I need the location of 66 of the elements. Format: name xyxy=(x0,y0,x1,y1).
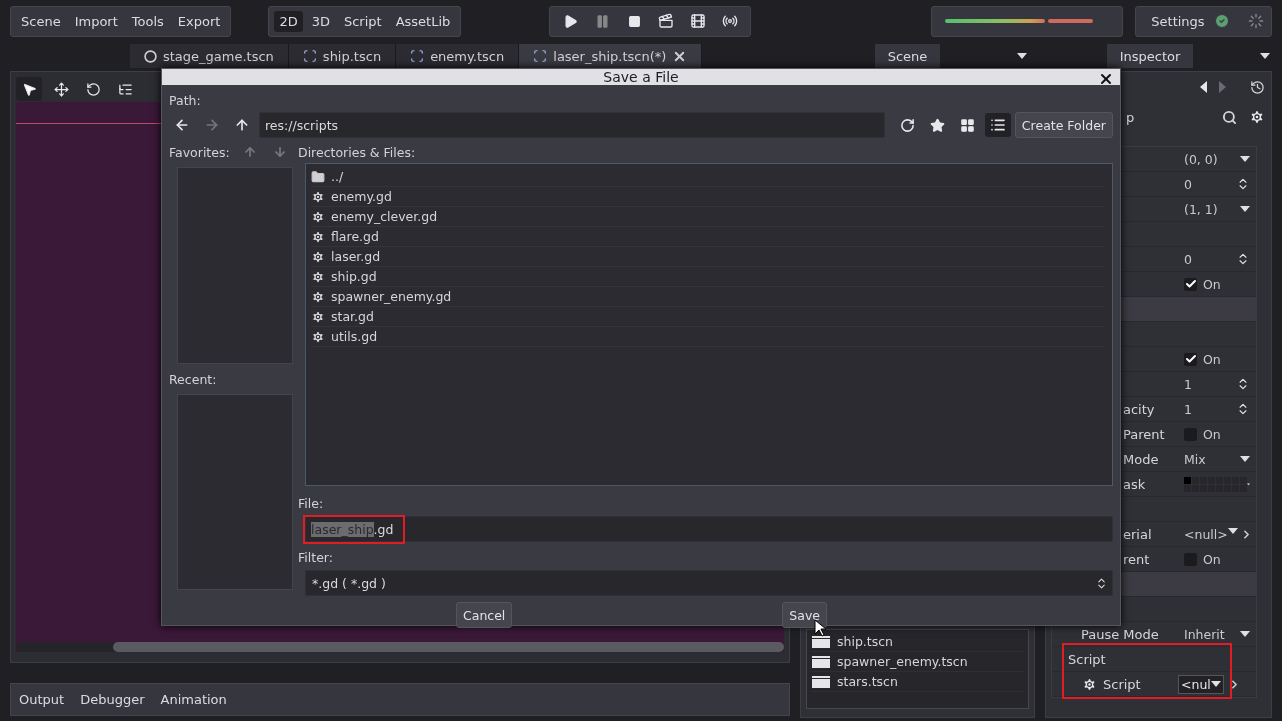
file-name[interactable]: ship.tscn xyxy=(837,634,894,649)
script-picker[interactable]: <nul xyxy=(1178,674,1224,694)
workspace-tab[interactable]: AssetLib xyxy=(390,10,456,32)
file-item[interactable]: enemy.gd xyxy=(331,189,392,204)
create-folder-button[interactable]: Create Folder xyxy=(1014,112,1113,138)
recent-label: Recent: xyxy=(169,370,218,388)
file-item[interactable]: star.gd xyxy=(331,309,374,324)
files-label: Directories & Files: xyxy=(298,143,417,161)
property-label: Parent xyxy=(1123,426,1166,442)
property-label: Pause Mode xyxy=(1081,626,1160,642)
menu-item[interactable]: Scene xyxy=(16,10,66,32)
file-tab[interactable]: ship.tscn xyxy=(288,44,397,68)
file-item[interactable]: utils.gd xyxy=(331,329,378,344)
save-button[interactable]: Save xyxy=(782,602,827,628)
menu-item[interactable]: Import xyxy=(69,10,123,32)
property-dropdown[interactable]: (0, 0) xyxy=(1178,151,1256,167)
scene-dock-tab[interactable]: Scene xyxy=(875,44,940,68)
property-spinbox[interactable]: 1 xyxy=(1178,401,1256,417)
workspace-tab[interactable]: 3D xyxy=(306,10,335,32)
property-label: rent xyxy=(1123,551,1151,567)
file-name[interactable]: stars.tscn xyxy=(837,674,898,689)
dialog-title: Save a File xyxy=(603,69,679,85)
workspace-tab[interactable]: 2D xyxy=(274,10,303,32)
filter-text[interactable]: p xyxy=(1126,109,1210,125)
path-label: Path: xyxy=(169,91,202,109)
property-spinbox[interactable]: 0 xyxy=(1178,176,1256,192)
property-dropdown[interactable]: Mix xyxy=(1178,451,1256,467)
file-tab[interactable]: laser_ship.tscn(*) xyxy=(519,44,703,68)
property-label: Script xyxy=(1103,676,1141,692)
cancel-button[interactable]: Cancel xyxy=(456,602,513,628)
workspace-tab[interactable]: Script xyxy=(338,10,387,32)
file-tab[interactable]: stage_game.tscn xyxy=(130,44,289,68)
bottom-panel-tab[interactable]: Debugger xyxy=(80,692,145,707)
property-dropdown[interactable]: Inherit xyxy=(1178,626,1256,642)
section-title: Script xyxy=(1068,651,1107,667)
property-checkbox[interactable]: On xyxy=(1178,426,1256,442)
menu-item[interactable]: Export xyxy=(172,10,226,32)
property-dropdown[interactable]: (1, 1) xyxy=(1178,201,1256,217)
property-checkbox[interactable]: On xyxy=(1178,551,1256,567)
property-label: erial xyxy=(1123,526,1153,542)
property-checkbox[interactable]: On xyxy=(1178,351,1256,367)
property-checkbox[interactable]: On xyxy=(1178,276,1256,292)
inspector-tab[interactable]: Inspector xyxy=(1107,44,1193,68)
file-item[interactable]: flare.gd xyxy=(331,229,379,244)
filter-label: Filter: xyxy=(298,548,334,566)
bottom-panel-tab[interactable]: Animation xyxy=(160,692,227,707)
file-item[interactable]: laser.gd xyxy=(331,249,381,264)
property-label: acity xyxy=(1123,401,1156,417)
menu-item[interactable]: Tools xyxy=(126,10,169,32)
file-item[interactable]: enemy_clever.gd xyxy=(331,209,438,224)
file-item[interactable]: ../ xyxy=(331,169,344,184)
file-name[interactable]: spawner_enemy.tscn xyxy=(837,654,968,669)
filter-select[interactable]: *.gd ( *.gd ) xyxy=(305,570,1113,596)
favorites-label: Favorites: xyxy=(169,143,230,161)
path-field[interactable]: res://scripts xyxy=(259,112,885,138)
property-label: ask xyxy=(1123,476,1147,492)
file-item[interactable]: ship.gd xyxy=(331,269,377,284)
property-label: Mode xyxy=(1123,451,1160,467)
property-spinbox[interactable]: 1 xyxy=(1178,376,1256,392)
property-spinbox[interactable]: 0 xyxy=(1178,251,1256,267)
file-label: File: xyxy=(298,494,325,512)
file-name-field[interactable]: laser_ship.gd xyxy=(305,516,1113,542)
file-item[interactable]: spawner_enemy.gd xyxy=(331,289,452,304)
file-tab[interactable]: enemy.tscn xyxy=(396,44,520,68)
bottom-panel-tab[interactable]: Output xyxy=(19,692,65,707)
resource-picker[interactable]: <null> xyxy=(1178,526,1256,542)
